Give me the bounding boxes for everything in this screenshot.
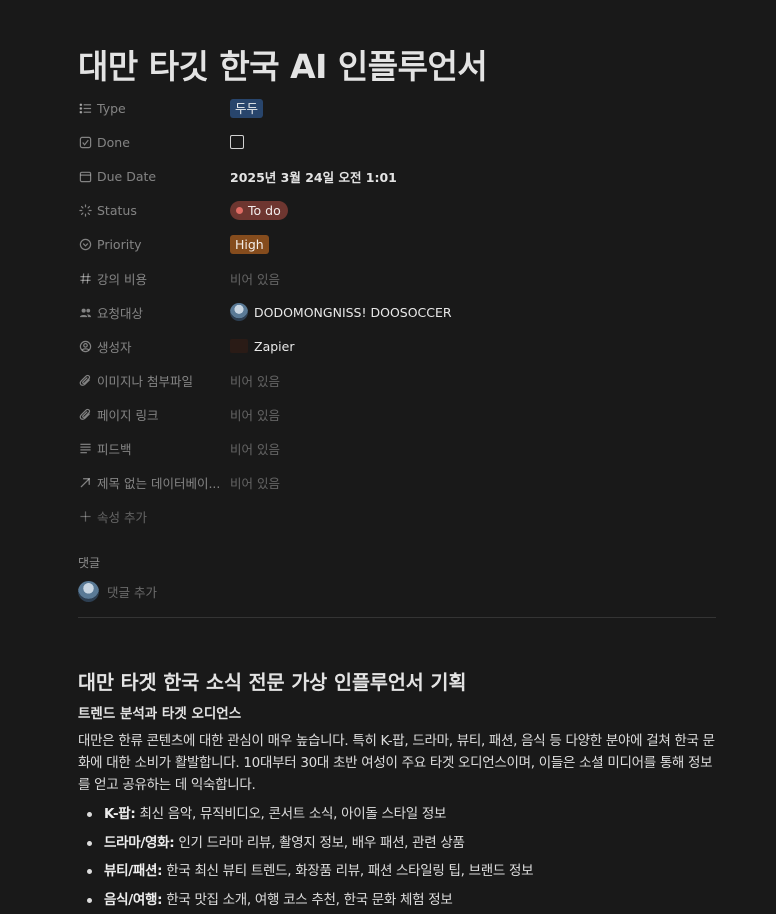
- property-label: 요청대상: [97, 305, 144, 321]
- paperclip-icon: [78, 373, 92, 387]
- property-fee[interactable]: 강의 비용 비어 있음: [78, 261, 716, 295]
- list-item: 뷰티/패션: 한국 최신 뷰티 트렌드, 화장품 리뷰, 패션 스타일링 팁, …: [78, 857, 718, 886]
- property-images[interactable]: 이미지나 첨부파일 비어 있음: [78, 363, 716, 397]
- status-icon: [78, 203, 92, 217]
- status-dot-icon: [236, 206, 243, 214]
- property-status[interactable]: Status To do: [78, 193, 716, 227]
- content-paragraph: 대만은 한류 콘텐츠에 대한 관심이 매우 높습니다. 특히 K-팝, 드라마,…: [78, 733, 715, 793]
- list-item-label: 음식/여행:: [104, 891, 163, 908]
- hash-icon: [78, 271, 92, 285]
- add-comment-placeholder: 댓글 추가: [107, 585, 157, 600]
- property-priority[interactable]: Priority High: [78, 227, 716, 261]
- paperclip-icon: [78, 407, 92, 421]
- property-label: Priority: [97, 236, 142, 252]
- zapier-logo-icon: [230, 339, 248, 353]
- property-label: 페이지 링크: [97, 407, 159, 423]
- property-relation[interactable]: 제목 없는 데이터베이... 비어 있음: [78, 465, 716, 499]
- property-creator[interactable]: 생성자 Zapier: [78, 329, 716, 363]
- list-icon: [78, 101, 92, 115]
- current-user-avatar: [78, 581, 99, 602]
- list-item-text: 한국 최신 뷰티 트렌드, 화장품 리뷰, 패션 스타일링 팁, 브랜드 정보: [162, 863, 534, 880]
- page-link-empty-value[interactable]: 비어 있음: [230, 405, 280, 424]
- property-label: Type: [97, 100, 126, 116]
- requester-avatar: [230, 303, 248, 321]
- list-item: 음식/여행: 한국 맛집 소개, 여행 코스 추천, 한국 문화 체험 정보: [78, 886, 718, 914]
- property-type[interactable]: Type 두두: [78, 91, 716, 125]
- property-feedback[interactable]: 피드백 비어 있음: [78, 431, 716, 465]
- property-label: Due Date: [97, 168, 157, 184]
- list-item-label: 드라마/영화:: [104, 834, 175, 851]
- bullet-list: K-팝: 최신 음악, 뮤직비디오, 콘서트 소식, 아이돌 스타일 정보 드라…: [78, 800, 718, 914]
- list-item: K-팝: 최신 음악, 뮤직비디오, 콘서트 소식, 아이돌 스타일 정보: [78, 800, 718, 829]
- add-property-label: 속성 추가: [97, 509, 147, 525]
- status-pill[interactable]: To do: [230, 200, 288, 220]
- type-tag[interactable]: 두두: [230, 98, 264, 118]
- people-icon: [78, 305, 92, 319]
- divider: [78, 617, 716, 618]
- checkbox-icon: [78, 135, 92, 149]
- add-property-button[interactable]: 속성 추가: [78, 499, 716, 533]
- images-empty-value[interactable]: 비어 있음: [230, 371, 280, 390]
- text-lines-icon: [78, 441, 92, 455]
- done-checkbox[interactable]: [230, 135, 244, 149]
- add-comment-input[interactable]: 댓글 추가: [78, 581, 157, 602]
- content-subheading: 트렌드 분석과 타겟 오디언스: [78, 706, 242, 722]
- list-item-label: K-팝:: [104, 806, 136, 822]
- list-item-text: 한국 맛집 소개, 여행 코스 추천, 한국 문화 체험 정보: [162, 891, 453, 908]
- content-heading: 대만 타겟 한국 소식 전문 가상 인플루언서 기획: [78, 671, 467, 694]
- property-due-date[interactable]: Due Date 2025년 3월 24일 오전 1:01: [78, 159, 716, 193]
- arrow-up-right-icon: [78, 475, 92, 489]
- list-item: 드라마/영화: 인기 드라마 리뷰, 촬영지 정보, 배우 패션, 관련 상품: [78, 829, 718, 858]
- list-item-text: 인기 드라마 리뷰, 촬영지 정보, 배우 패션, 관련 상품: [174, 834, 465, 851]
- comments-label: 댓글: [78, 556, 101, 570]
- relation-empty-value[interactable]: 비어 있음: [230, 473, 280, 492]
- fee-empty-value[interactable]: 비어 있음: [230, 269, 280, 288]
- property-label: 이미지나 첨부파일: [97, 373, 193, 389]
- status-label: To do: [248, 202, 281, 218]
- calendar-icon: [78, 169, 92, 183]
- property-requester[interactable]: 요청대상 DODOMONGNISS! DOOSOCCER: [78, 295, 716, 329]
- due-date-value[interactable]: 2025년 3월 24일 오전 1:01: [230, 167, 397, 186]
- property-page-link[interactable]: 페이지 링크 비어 있음: [78, 397, 716, 431]
- list-item-label: 뷰티/패션:: [104, 863, 163, 880]
- priority-icon: [78, 237, 92, 251]
- property-label: 강의 비용: [97, 271, 147, 287]
- feedback-empty-value[interactable]: 비어 있음: [230, 439, 280, 458]
- priority-tag[interactable]: High: [230, 234, 269, 254]
- page-title[interactable]: 대만 타깃 한국 AI 인플루언서: [78, 40, 488, 88]
- creator-name[interactable]: Zapier: [254, 339, 294, 354]
- property-label: Done: [97, 134, 130, 150]
- requester-name[interactable]: DODOMONGNISS! DOOSOCCER: [254, 305, 452, 320]
- property-label: Status: [97, 202, 137, 218]
- properties-panel: Type 두두 Done Due Date 2025년 3월 24일 오전 1:…: [78, 91, 716, 533]
- property-label: 생성자: [97, 339, 132, 355]
- list-item-text: 최신 음악, 뮤직비디오, 콘서트 소식, 아이돌 스타일 정보: [135, 806, 447, 822]
- property-label: 피드백: [97, 441, 132, 457]
- property-label: 제목 없는 데이터베이...: [97, 475, 221, 491]
- user-circle-icon: [78, 339, 92, 353]
- property-done[interactable]: Done: [78, 125, 716, 159]
- plus-icon: [78, 509, 92, 523]
